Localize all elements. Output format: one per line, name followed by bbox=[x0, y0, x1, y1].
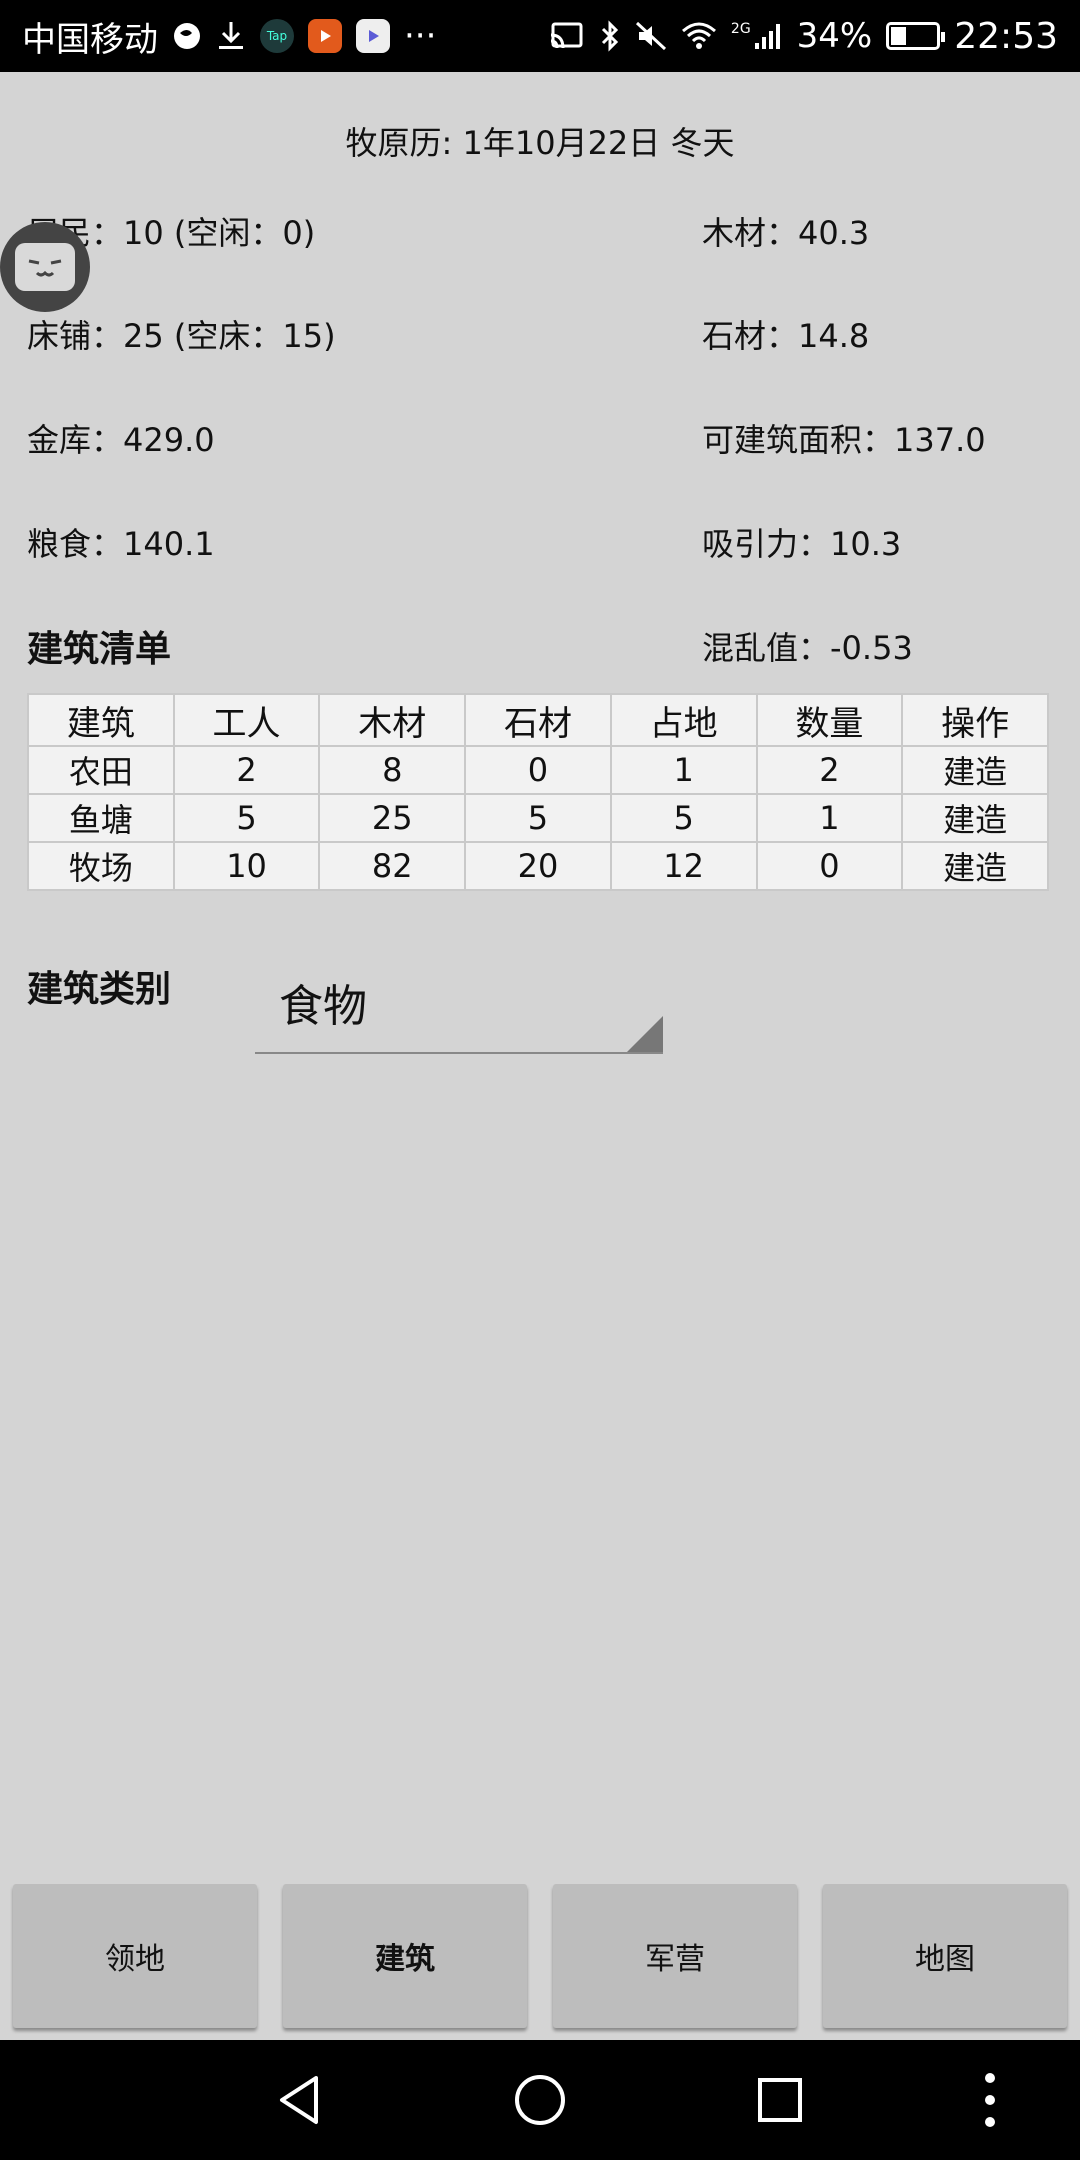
floating-assistant-button[interactable] bbox=[0, 222, 90, 312]
robot-face-icon bbox=[15, 243, 75, 291]
cell-workers: 5 bbox=[172, 793, 321, 843]
col-header-area: 占地 bbox=[609, 693, 758, 747]
download-icon bbox=[216, 20, 246, 52]
video-app-icon bbox=[308, 19, 342, 53]
col-header-action: 操作 bbox=[901, 693, 1049, 747]
stat-beds: 床铺：25 (空床：15) bbox=[27, 317, 336, 355]
cell-area: 5 bbox=[609, 793, 758, 843]
cell-workers: 10 bbox=[172, 841, 321, 891]
tab-barracks[interactable]: 军营 bbox=[553, 1884, 797, 2028]
table-header-row: 建筑 工人 木材 石材 占地 数量 操作 bbox=[27, 693, 1049, 747]
bottom-tab-bar: 领地 建筑 军营 地图 bbox=[0, 1884, 1080, 2030]
cell-count: 2 bbox=[755, 745, 904, 795]
status-bar-left: 中国移动 Tap ··· bbox=[22, 12, 436, 61]
battery-percent: 34% bbox=[796, 16, 873, 56]
col-header-workers: 工人 bbox=[172, 693, 321, 747]
cast-icon bbox=[549, 21, 585, 51]
table-row: 鱼塘 5 25 5 5 1 建造 bbox=[27, 793, 1049, 843]
media-app-icon bbox=[356, 19, 390, 53]
build-button-fishpond[interactable]: 建造 bbox=[901, 793, 1049, 843]
cell-building-name: 牧场 bbox=[27, 841, 175, 891]
cell-workers: 2 bbox=[172, 745, 321, 795]
stat-treasury: 金库：429.0 bbox=[27, 421, 215, 459]
more-notifications-icon: ··· bbox=[404, 16, 437, 56]
network-type: 2G bbox=[730, 21, 751, 37]
cell-wood: 82 bbox=[318, 841, 467, 891]
cell-stone: 0 bbox=[464, 745, 612, 795]
dropdown-triangle-icon bbox=[627, 1016, 663, 1052]
stat-wood: 木材：40.3 bbox=[702, 214, 870, 252]
col-header-stone: 石材 bbox=[464, 693, 612, 747]
wifi-icon bbox=[681, 21, 717, 51]
col-header-wood: 木材 bbox=[318, 693, 467, 747]
cell-building-name: 农田 bbox=[27, 745, 175, 795]
globe-icon bbox=[172, 21, 202, 51]
cell-stone: 5 bbox=[464, 793, 612, 843]
more-vertical-icon[interactable] bbox=[950, 2060, 1030, 2140]
table-row: 农田 2 8 0 1 2 建造 bbox=[27, 745, 1049, 795]
battery-icon bbox=[886, 22, 946, 50]
cell-wood: 8 bbox=[318, 745, 467, 795]
category-dropdown[interactable]: 食物 bbox=[255, 960, 663, 1054]
game-calendar: 牧原历: 1年10月22日 冬天 bbox=[345, 124, 735, 162]
tab-map[interactable]: 地图 bbox=[823, 1884, 1067, 2028]
stat-food: 粮食：140.1 bbox=[27, 525, 215, 563]
carrier-name: 中国移动 bbox=[22, 19, 158, 60]
category-label: 建筑类别 bbox=[27, 969, 172, 1010]
stat-attraction: 吸引力：10.3 bbox=[702, 525, 902, 563]
signal-icon: 2G bbox=[731, 21, 783, 51]
col-header-count: 数量 bbox=[755, 693, 904, 747]
bluetooth-icon bbox=[599, 20, 621, 52]
cell-area: 12 bbox=[609, 841, 758, 891]
cell-building-name: 鱼塘 bbox=[27, 793, 175, 843]
home-circle-icon[interactable] bbox=[500, 2060, 580, 2140]
table-row: 牧场 10 82 20 12 0 建造 bbox=[27, 841, 1049, 891]
mute-icon bbox=[635, 21, 667, 51]
clock: 22:53 bbox=[954, 15, 1058, 57]
status-bar: 中国移动 Tap ··· 2G 34% 22:53 bbox=[0, 0, 1080, 72]
category-selected-value: 食物 bbox=[279, 981, 367, 1032]
col-header-building: 建筑 bbox=[27, 693, 175, 747]
cell-count: 1 bbox=[755, 793, 904, 843]
building-table: 建筑 工人 木材 石材 占地 数量 操作 农田 2 8 0 1 2 建造 鱼塘 … bbox=[27, 693, 1049, 891]
stat-chaos: 混乱值：-0.53 bbox=[702, 629, 913, 667]
build-button-pasture[interactable]: 建造 bbox=[901, 841, 1049, 891]
tab-territory[interactable]: 领地 bbox=[13, 1884, 257, 2028]
system-navigation-bar bbox=[0, 2040, 1080, 2160]
tab-buildings[interactable]: 建筑 bbox=[283, 1884, 527, 2028]
cell-wood: 25 bbox=[318, 793, 467, 843]
recents-square-icon[interactable] bbox=[740, 2060, 820, 2140]
stat-buildable-area: 可建筑面积：137.0 bbox=[702, 421, 986, 459]
cell-area: 1 bbox=[609, 745, 758, 795]
back-triangle-icon[interactable] bbox=[260, 2060, 340, 2140]
build-button-farmland[interactable]: 建造 bbox=[901, 745, 1049, 795]
cell-count: 0 bbox=[755, 841, 904, 891]
taptap-app-icon: Tap bbox=[260, 19, 294, 53]
building-list-title: 建筑清单 bbox=[27, 629, 172, 670]
cell-stone: 20 bbox=[464, 841, 612, 891]
stat-stone: 石材：14.8 bbox=[702, 317, 870, 355]
status-bar-right: 2G 34% 22:53 bbox=[549, 16, 1058, 57]
